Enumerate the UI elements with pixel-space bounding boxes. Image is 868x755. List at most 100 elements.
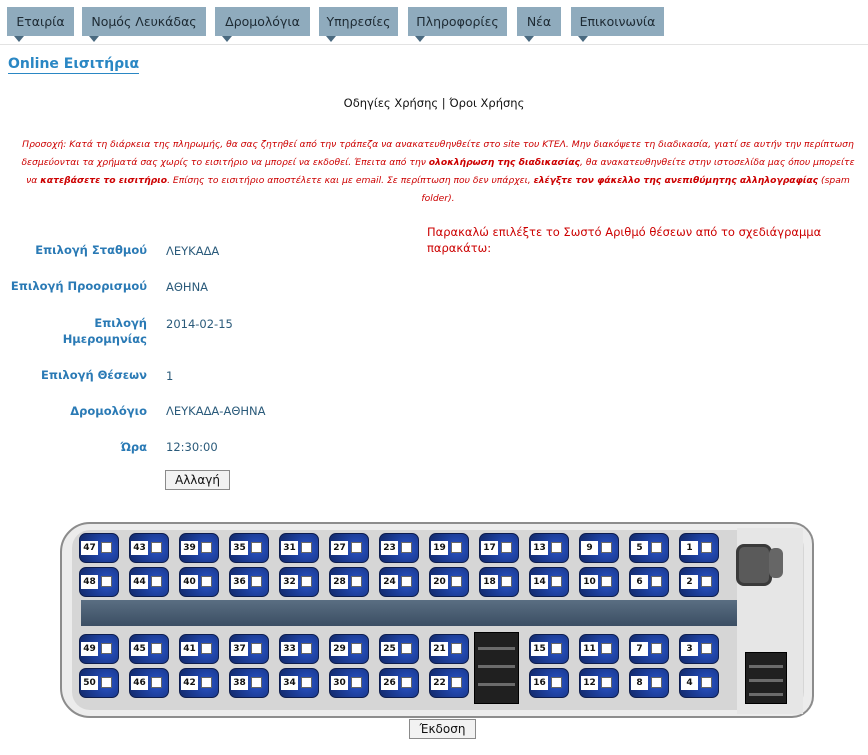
seat-checkbox[interactable] — [451, 576, 462, 587]
seat-checkbox[interactable] — [501, 576, 512, 587]
seat[interactable]: 45 — [129, 634, 169, 664]
seat[interactable]: 39 — [179, 533, 219, 563]
seat-checkbox[interactable] — [601, 677, 612, 688]
seat-checkbox[interactable] — [301, 576, 312, 587]
seat[interactable]: 38 — [229, 668, 269, 698]
seat-checkbox[interactable] — [451, 677, 462, 688]
seat-checkbox[interactable] — [151, 576, 162, 587]
seat-checkbox[interactable] — [551, 677, 562, 688]
seat-checkbox[interactable] — [351, 643, 362, 654]
seat-checkbox[interactable] — [451, 643, 462, 654]
seat[interactable]: 24 — [379, 567, 419, 597]
seat[interactable]: 12 — [579, 668, 619, 698]
seat-checkbox[interactable] — [201, 542, 212, 553]
seat-checkbox[interactable] — [701, 576, 712, 587]
seat-checkbox[interactable] — [251, 576, 262, 587]
seat-checkbox[interactable] — [651, 643, 662, 654]
seat[interactable]: 28 — [329, 567, 369, 597]
seat[interactable]: 23 — [379, 533, 419, 563]
seat[interactable]: 17 — [479, 533, 519, 563]
seat[interactable]: 8 — [629, 668, 669, 698]
nav-item-prefecture[interactable]: Νομός Λευκάδας — [82, 7, 206, 42]
seat[interactable]: 31 — [279, 533, 319, 563]
seat-checkbox[interactable] — [701, 677, 712, 688]
seat-checkbox[interactable] — [551, 643, 562, 654]
seat[interactable]: 44 — [129, 567, 169, 597]
seat-checkbox[interactable] — [551, 576, 562, 587]
seat-checkbox[interactable] — [701, 643, 712, 654]
seat-checkbox[interactable] — [251, 677, 262, 688]
nav-item-routes[interactable]: Δρομολόγια — [215, 7, 310, 42]
seat[interactable]: 25 — [379, 634, 419, 664]
seat-checkbox[interactable] — [401, 542, 412, 553]
nav-item-news[interactable]: Νέα — [517, 7, 561, 42]
instructions-link[interactable]: Οδηγίες Χρήσης — [344, 96, 439, 110]
seat[interactable]: 50 — [79, 668, 119, 698]
seat-checkbox[interactable] — [301, 677, 312, 688]
seat-checkbox[interactable] — [201, 576, 212, 587]
seat[interactable]: 5 — [629, 533, 669, 563]
nav-item-company[interactable]: Εταιρία — [7, 7, 74, 42]
seat-checkbox[interactable] — [251, 542, 262, 553]
seat-checkbox[interactable] — [601, 542, 612, 553]
seat-checkbox[interactable] — [651, 576, 662, 587]
seat[interactable]: 11 — [579, 634, 619, 664]
seat-checkbox[interactable] — [201, 677, 212, 688]
seat[interactable]: 36 — [229, 567, 269, 597]
seat-checkbox[interactable] — [551, 542, 562, 553]
seat-checkbox[interactable] — [601, 643, 612, 654]
seat[interactable]: 2 — [679, 567, 719, 597]
seat-checkbox[interactable] — [201, 643, 212, 654]
seat-checkbox[interactable] — [701, 542, 712, 553]
seat[interactable]: 20 — [429, 567, 469, 597]
seat-checkbox[interactable] — [451, 542, 462, 553]
seat[interactable]: 10 — [579, 567, 619, 597]
seat-checkbox[interactable] — [151, 542, 162, 553]
seat[interactable]: 16 — [529, 668, 569, 698]
nav-item-information[interactable]: Πληροφορίες — [408, 7, 507, 42]
seat[interactable]: 34 — [279, 668, 319, 698]
seat[interactable]: 37 — [229, 634, 269, 664]
seat[interactable]: 29 — [329, 634, 369, 664]
seat[interactable]: 35 — [229, 533, 269, 563]
seat-checkbox[interactable] — [101, 576, 112, 587]
seat-checkbox[interactable] — [351, 677, 362, 688]
seat[interactable]: 47 — [79, 533, 119, 563]
seat[interactable]: 41 — [179, 634, 219, 664]
seat[interactable]: 13 — [529, 533, 569, 563]
seat-checkbox[interactable] — [151, 643, 162, 654]
nav-item-services[interactable]: Υπηρεσίες — [319, 7, 398, 42]
seat[interactable]: 9 — [579, 533, 619, 563]
seat[interactable]: 15 — [529, 634, 569, 664]
seat[interactable]: 30 — [329, 668, 369, 698]
seat-checkbox[interactable] — [651, 677, 662, 688]
seat-checkbox[interactable] — [401, 677, 412, 688]
issue-ticket-button[interactable]: Έκδοση — [409, 719, 476, 739]
seat[interactable]: 40 — [179, 567, 219, 597]
seat[interactable]: 49 — [79, 634, 119, 664]
seat[interactable]: 18 — [479, 567, 519, 597]
seat-checkbox[interactable] — [251, 643, 262, 654]
seat[interactable]: 14 — [529, 567, 569, 597]
seat[interactable]: 7 — [629, 634, 669, 664]
seat[interactable]: 3 — [679, 634, 719, 664]
seat-checkbox[interactable] — [351, 576, 362, 587]
seat[interactable]: 4 — [679, 668, 719, 698]
seat-checkbox[interactable] — [651, 542, 662, 553]
seat[interactable]: 42 — [179, 668, 219, 698]
seat[interactable]: 48 — [79, 567, 119, 597]
seat[interactable]: 19 — [429, 533, 469, 563]
seat-checkbox[interactable] — [101, 677, 112, 688]
seat-checkbox[interactable] — [101, 542, 112, 553]
terms-link[interactable]: Όροι Χρήσης — [449, 96, 524, 110]
seat-checkbox[interactable] — [401, 643, 412, 654]
seat[interactable]: 21 — [429, 634, 469, 664]
nav-item-contact[interactable]: Επικοινωνία — [571, 7, 664, 42]
seat-checkbox[interactable] — [151, 677, 162, 688]
seat[interactable]: 46 — [129, 668, 169, 698]
seat-checkbox[interactable] — [401, 576, 412, 587]
seat-checkbox[interactable] — [601, 576, 612, 587]
seat[interactable]: 22 — [429, 668, 469, 698]
seat-checkbox[interactable] — [301, 643, 312, 654]
seat[interactable]: 43 — [129, 533, 169, 563]
